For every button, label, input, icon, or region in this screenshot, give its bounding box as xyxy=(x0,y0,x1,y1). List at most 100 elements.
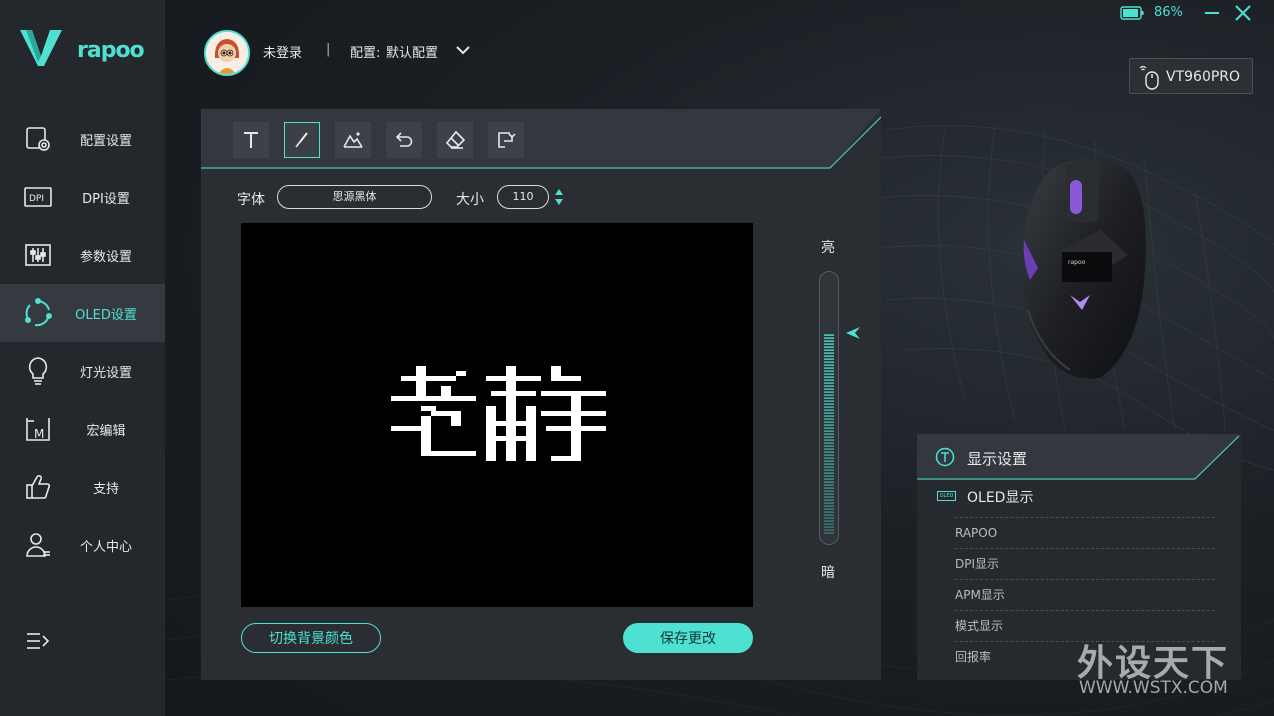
text-circle-icon xyxy=(935,447,955,467)
text-tool-button[interactable] xyxy=(233,122,269,158)
save-changes-button[interactable]: 保存更改 xyxy=(623,623,753,653)
eraser-icon xyxy=(445,130,466,149)
brightness-tick xyxy=(824,463,834,465)
brightness-tick xyxy=(824,421,834,423)
sidebar-item-dpi[interactable]: DPI DPI设置 xyxy=(0,168,165,226)
brightness-tick xyxy=(824,370,834,372)
sidebar-item-support[interactable]: 支持 xyxy=(0,458,165,516)
device-selector[interactable]: VT960PRO xyxy=(1129,58,1253,94)
display-option-apm[interactable]: APM显示 xyxy=(955,579,1215,610)
sidebar-item-params[interactable]: 参数设置 xyxy=(0,226,165,284)
minimize-icon[interactable] xyxy=(1203,4,1221,22)
lightbulb-icon xyxy=(23,356,53,386)
brightness-tick xyxy=(824,340,834,342)
eraser-button[interactable] xyxy=(437,122,473,158)
canvas-pixel-text xyxy=(391,366,606,461)
brightness-slider[interactable] xyxy=(819,271,839,545)
brightness-tick xyxy=(824,415,834,417)
device-name: VT960PRO xyxy=(1166,69,1241,85)
brightness-tick xyxy=(824,418,834,420)
undo-button[interactable] xyxy=(386,122,422,158)
brightness-tick xyxy=(824,430,834,432)
brightness-low-label: 暗 xyxy=(821,565,835,581)
sidebar-nav: 配置设置 DPI DPI设置 参数设置 OLED设置 灯光设置 M 宏编辑 支持… xyxy=(0,110,165,574)
sidebar-item-lighting[interactable]: 灯光设置 xyxy=(0,342,165,400)
size-input[interactable]: 110 xyxy=(497,185,549,209)
logo-text: rapoo xyxy=(77,38,145,63)
sidebar-item-profile[interactable]: 个人中心 xyxy=(0,516,165,574)
display-settings-header xyxy=(917,434,1241,480)
display-option-dpi[interactable]: DPI显示 xyxy=(955,548,1215,579)
sidebar: rapoo 配置设置 DPI DPI设置 参数设置 OLED设置 灯光设置 M … xyxy=(0,0,165,716)
brightness-tick xyxy=(824,436,834,438)
sidebar-item-config[interactable]: 配置设置 xyxy=(0,110,165,168)
brightness-tick xyxy=(824,442,834,444)
avatar-illustration xyxy=(206,32,248,74)
brightness-tick xyxy=(824,373,834,375)
mouse-product-image: rapoo xyxy=(1021,158,1146,379)
svg-text:rapoo: rapoo xyxy=(1068,259,1086,266)
brightness-tick xyxy=(824,412,834,414)
font-select[interactable]: 思源黑体 xyxy=(277,185,432,209)
brightness-tick xyxy=(824,505,834,507)
sidebar-item-label: OLED设置 xyxy=(75,307,137,323)
size-stepper-icon[interactable] xyxy=(554,188,564,206)
brush-tool-button[interactable] xyxy=(284,122,320,158)
brightness-tick xyxy=(824,349,834,351)
sidebar-item-label: 配置设置 xyxy=(79,133,132,149)
sidebar-item-label: 参数设置 xyxy=(79,249,132,265)
chevron-down-icon[interactable] xyxy=(455,43,471,57)
config-select[interactable]: 默认配置 xyxy=(386,42,438,61)
brightness-tick xyxy=(824,517,834,519)
v-logo-icon xyxy=(20,30,62,66)
menu-expand-icon[interactable] xyxy=(24,627,52,655)
image-tool-button[interactable] xyxy=(335,122,371,158)
sidebar-item-label: 支持 xyxy=(92,481,119,497)
brightness-tick xyxy=(824,496,834,498)
brightness-tick xyxy=(824,424,834,426)
close-icon[interactable] xyxy=(1234,4,1252,22)
sidebar-item-macro[interactable]: M 宏编辑 xyxy=(0,400,165,458)
brightness-tick xyxy=(824,355,834,357)
brightness-tick xyxy=(824,409,834,411)
user-name[interactable]: 未登录 xyxy=(263,42,302,61)
brightness-tick xyxy=(824,472,834,474)
brightness-tick xyxy=(824,427,834,429)
toggle-background-button[interactable]: 切换背景颜色 xyxy=(241,623,381,653)
brightness-tick xyxy=(824,343,834,345)
brightness-tick xyxy=(824,508,834,510)
brightness-tick xyxy=(824,451,834,453)
brightness-tick xyxy=(824,457,834,459)
brightness-slider-handle[interactable] xyxy=(845,326,861,340)
brightness-tick xyxy=(824,484,834,486)
brightness-tick xyxy=(824,490,834,492)
brightness-tick xyxy=(824,529,834,531)
brightness-tick xyxy=(824,433,834,435)
brightness-tick xyxy=(824,358,834,360)
brightness-tick xyxy=(824,391,834,393)
export-button[interactable] xyxy=(488,122,524,158)
brightness-tick xyxy=(824,439,834,441)
brightness-tick xyxy=(824,379,834,381)
brightness-tick xyxy=(824,361,834,363)
oled-badge-icon: OLED xyxy=(937,491,956,501)
undo-icon xyxy=(395,132,413,147)
brightness-tick xyxy=(824,493,834,495)
brightness-tick xyxy=(824,478,834,480)
brightness-tick xyxy=(824,466,834,468)
display-settings-title: 显示设置 xyxy=(967,450,1028,468)
image-tool-icon xyxy=(343,132,363,148)
brightness-tick xyxy=(824,403,834,405)
oled-display-title[interactable]: OLED显示 xyxy=(967,487,1033,507)
sidebar-item-oled[interactable]: OLED设置 xyxy=(0,284,165,342)
brightness-tick xyxy=(824,445,834,447)
brightness-tick xyxy=(824,364,834,366)
oled-icon xyxy=(23,298,53,328)
brush-tool-icon xyxy=(295,132,308,148)
avatar[interactable] xyxy=(204,30,250,76)
oled-canvas[interactable] xyxy=(241,223,753,607)
display-option-rapoo[interactable]: RAPOO xyxy=(955,517,1215,548)
thumbs-up-icon xyxy=(23,472,53,502)
brightness-tick xyxy=(824,454,834,456)
brightness-tick xyxy=(824,514,834,516)
